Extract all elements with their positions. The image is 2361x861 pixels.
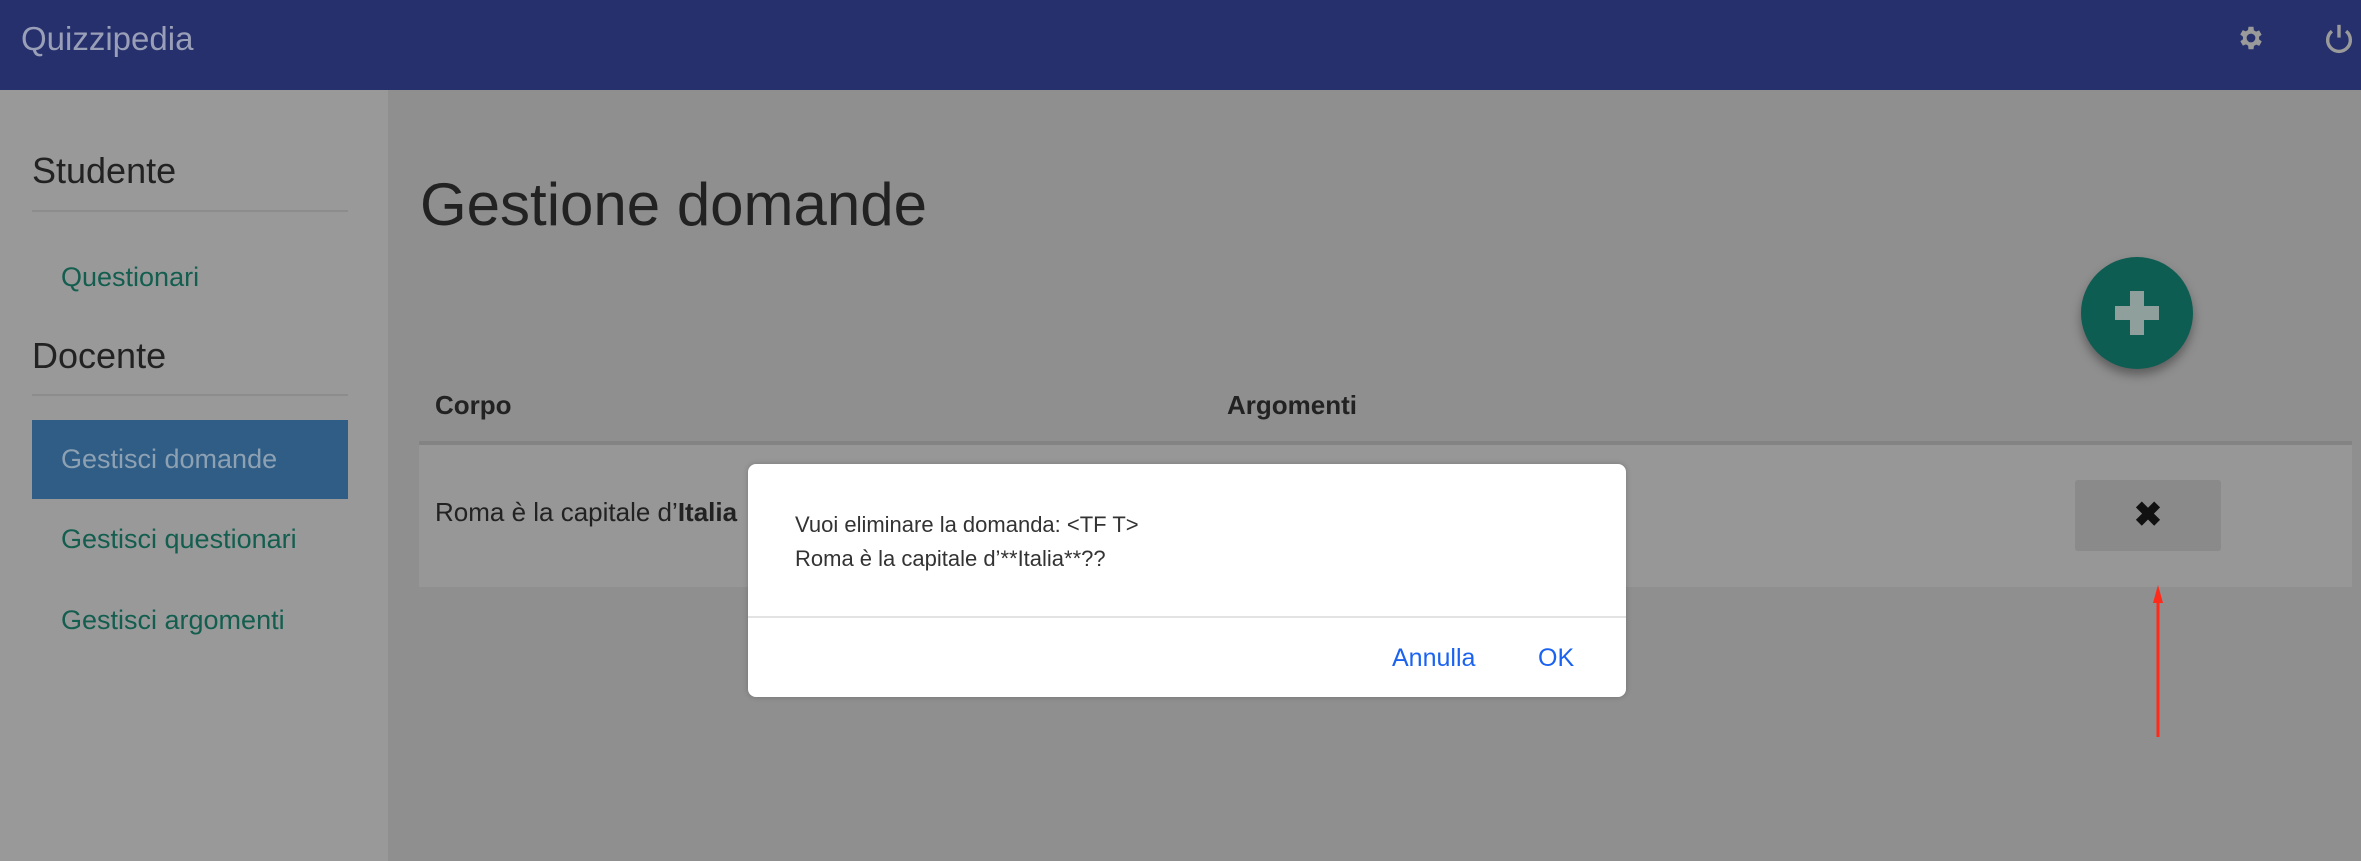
sidebar-item-gestisci-questionari[interactable]: Gestisci questionari — [32, 511, 348, 567]
annotation-arrow — [2153, 585, 2163, 737]
corpo-text: Roma è la capitale d’ — [435, 497, 678, 527]
section-docente: Docente — [32, 335, 167, 376]
sidebar: Studente Questionari Docente Gestisci do… — [0, 90, 388, 861]
dialog-message-line: Vuoi eliminare la domanda: <TF T> — [795, 512, 1139, 537]
close-icon: ✖ — [2133, 496, 2163, 534]
sidebar-item-gestisci-argomenti[interactable]: Gestisci argomenti — [32, 592, 348, 648]
sidebar-item-questionari[interactable]: Questionari — [32, 249, 348, 305]
cell-corpo: Roma è la capitale d’Italia — [435, 497, 737, 528]
column-header-corpo: Corpo — [435, 390, 512, 420]
confirm-dialog: Vuoi eliminare la domanda: <TF T> Roma è… — [748, 464, 1626, 697]
cancel-button[interactable]: Annulla — [1392, 644, 1475, 673]
power-icon[interactable] — [2322, 22, 2356, 56]
top-bar: Quizzipedia — [0, 0, 2361, 90]
corpo-bold-text: Italia — [677, 497, 738, 527]
sidebar-item-gestisci-domande[interactable]: Gestisci domande — [32, 420, 348, 499]
divider — [32, 394, 348, 396]
dialog-message: Vuoi eliminare la domanda: <TF T> Roma è… — [795, 508, 1139, 576]
dialog-message-line: Roma è la capitale d’**Italia**?? — [795, 546, 1106, 571]
delete-button[interactable]: ✖ — [2075, 480, 2221, 551]
section-studente: Studente — [32, 150, 177, 191]
column-header-argomenti: Argomenti — [1227, 390, 1357, 420]
dialog-divider — [748, 616, 1626, 618]
page-title: Gestione domande — [420, 171, 928, 238]
ok-button[interactable]: OK — [1538, 644, 1574, 673]
gear-icon[interactable] — [2236, 23, 2266, 53]
divider — [32, 210, 348, 212]
app-brand[interactable]: Quizzipedia — [21, 20, 193, 58]
add-question-button[interactable] — [2081, 257, 2193, 369]
